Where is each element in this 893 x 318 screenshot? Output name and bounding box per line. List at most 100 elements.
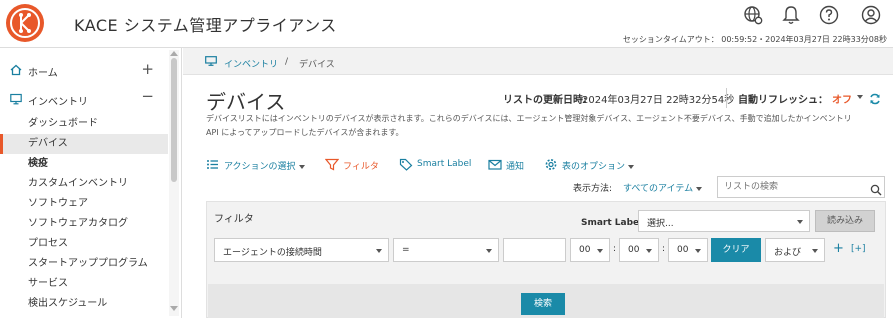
breadcrumb-separator: / [285, 57, 289, 67]
sidebar-item-devices[interactable]: デバイス [0, 134, 168, 154]
tag-icon [399, 158, 413, 171]
app-title: KACE システム管理アプライアンス [74, 16, 337, 35]
filter-hour-select[interactable]: 00 [570, 238, 610, 262]
sidebar-item-startup-programs[interactable]: スタートアッププログラム [0, 254, 168, 274]
load-button[interactable]: 読み込み [815, 210, 875, 232]
chevron-down-icon [696, 186, 703, 191]
bell-icon[interactable] [780, 4, 802, 26]
notify-label: 通知 [506, 162, 525, 172]
sidebar-item-custom-inventory[interactable]: カスタムインベントリ [0, 174, 168, 194]
sidebar-item-home[interactable]: ホーム + [0, 60, 168, 80]
session-timeout-text: セッションタイムアウト： 00:59:52・2024年03月27日 22時33分… [622, 35, 887, 44]
filter-hour-value: 00 [579, 245, 591, 255]
smart-label-select-value: 選択... [647, 219, 674, 229]
gear-icon [544, 158, 558, 171]
kace-logo-icon[interactable] [6, 4, 44, 42]
smart-label-select[interactable]: 選択... [638, 210, 810, 232]
add-group-button[interactable]: [+] [851, 244, 866, 254]
filter-button[interactable]: フィルタ [324, 158, 385, 172]
view-by-select[interactable]: すべてのアイテム [623, 181, 703, 194]
user-icon[interactable] [860, 4, 882, 26]
list-updated-label: リストの更新日時: [503, 95, 587, 106]
filter-conjunction-select[interactable]: および [765, 238, 825, 262]
filter-panel-title: フィルタ [214, 214, 254, 225]
auto-refresh-toggle[interactable]: オフ [832, 91, 852, 106]
sidebar-item-software-catalog[interactable]: ソフトウェアカタログ [0, 214, 168, 234]
chevron-down-icon [812, 249, 818, 253]
filter-field-select[interactable]: エージェントの接続時間 [214, 238, 389, 262]
filter-operator-select[interactable]: = [393, 238, 499, 262]
help-icon[interactable] [818, 4, 840, 26]
sidebar-item-processes[interactable]: プロセス [0, 234, 168, 254]
smart-label-button[interactable]: Smart Label [399, 158, 474, 172]
auto-refresh-label: 自動リフレッシュ： [738, 95, 828, 106]
filter-field-value: エージェントの接続時間 [223, 248, 322, 258]
filter-icon [324, 158, 340, 171]
monitor-icon [205, 56, 217, 66]
filter-panel: フィルタ Smart Label: 選択... 読み込み エージェントの接続時間… [206, 201, 886, 318]
filter-conjunction-value: および [774, 248, 802, 258]
add-condition-button[interactable]: + [833, 241, 844, 256]
list-updated-value: 2024年03月27日 22時32分54秒 [582, 95, 735, 106]
chevron-down-icon [298, 164, 305, 169]
breadcrumb-inventory-link[interactable]: インベントリ [224, 57, 278, 70]
breadcrumb-current: デバイス [299, 60, 335, 70]
clear-button[interactable]: クリア [711, 238, 761, 262]
time-separator: : [662, 244, 666, 254]
notify-button[interactable]: 通知 [488, 158, 528, 172]
chevron-down-icon [376, 249, 382, 253]
envelope-icon [488, 158, 502, 171]
smart-label-field-label: Smart Label: [581, 218, 646, 228]
sidebar-item-services[interactable]: サービス [0, 274, 168, 294]
main-content: インベントリ / デバイス デバイス リストの更新日時: 2024年03月27日… [183, 48, 893, 318]
time-separator: : [613, 244, 617, 254]
collapse-icon[interactable]: − [141, 87, 154, 105]
refresh-icon[interactable] [869, 90, 881, 105]
table-options-label: 表のオプション [562, 162, 626, 172]
view-by-label: 表示方法: [573, 184, 613, 194]
sidebar-item-software[interactable]: ソフトウェア [0, 194, 168, 214]
sidebar-item-dashboard[interactable]: ダッシュボード [0, 114, 168, 134]
sidebar: ホーム + インベントリ − ダッシュボード デバイス 検疫 カスタムインベント… [0, 48, 182, 318]
smart-label-label: Smart Label [417, 159, 472, 169]
chevron-down-icon [486, 249, 492, 253]
filter-minute-value: 00 [628, 245, 640, 255]
page-description-line1: デバイスリストにはインベントリのデバイスが表示されます。これらのデバイスには、エ… [206, 114, 852, 123]
scroll-down-icon[interactable] [170, 306, 178, 311]
page-description-line2: API によってアップロードしたデバイスが含まれます。 [206, 128, 404, 137]
sidebar-scroll-thumb[interactable] [171, 58, 177, 182]
filter-minute-select[interactable]: 00 [619, 238, 659, 262]
sidebar-item-quarantine[interactable]: 検疫 [0, 154, 168, 174]
list-icon [206, 158, 220, 171]
chevron-down-icon [695, 249, 701, 253]
breadcrumb: インベントリ / デバイス [183, 48, 893, 75]
expand-icon[interactable]: + [141, 60, 154, 78]
choose-action-label: アクションの選択 [224, 162, 296, 172]
table-options-menu[interactable]: 表のオプション [544, 158, 644, 172]
filter-second-select[interactable]: 00 [668, 238, 708, 262]
monitor-icon [10, 93, 22, 105]
sidebar-home-label: ホーム [28, 68, 58, 79]
header-divider [726, 88, 727, 108]
filter-value-input[interactable] [503, 238, 566, 262]
filter-operator-value: = [402, 245, 410, 255]
search-icon[interactable] [870, 181, 882, 196]
filter-label: フィルタ [343, 162, 379, 172]
sidebar-item-inventory[interactable]: インベントリ − [0, 87, 168, 109]
choose-action-menu[interactable]: アクションの選択 [206, 158, 308, 172]
sidebar-inventory-label: インベントリ [28, 97, 88, 108]
search-button[interactable]: 検索 [521, 293, 565, 315]
chevron-down-icon [628, 164, 635, 169]
chevron-down-icon [797, 220, 803, 224]
sidebar-item-discovery-schedule[interactable]: 検出スケジュール [0, 294, 168, 314]
page-title: デバイス [206, 90, 286, 114]
list-search-input[interactable] [717, 176, 885, 198]
home-icon [10, 64, 22, 76]
chevron-down-icon[interactable] [857, 95, 863, 99]
chevron-down-icon [597, 249, 603, 253]
scroll-up-icon[interactable] [170, 51, 178, 56]
filter-second-value: 00 [677, 245, 689, 255]
chevron-down-icon [646, 249, 652, 253]
globe-settings-icon[interactable] [742, 4, 764, 26]
view-by-value: すべてのアイテム [623, 184, 694, 194]
